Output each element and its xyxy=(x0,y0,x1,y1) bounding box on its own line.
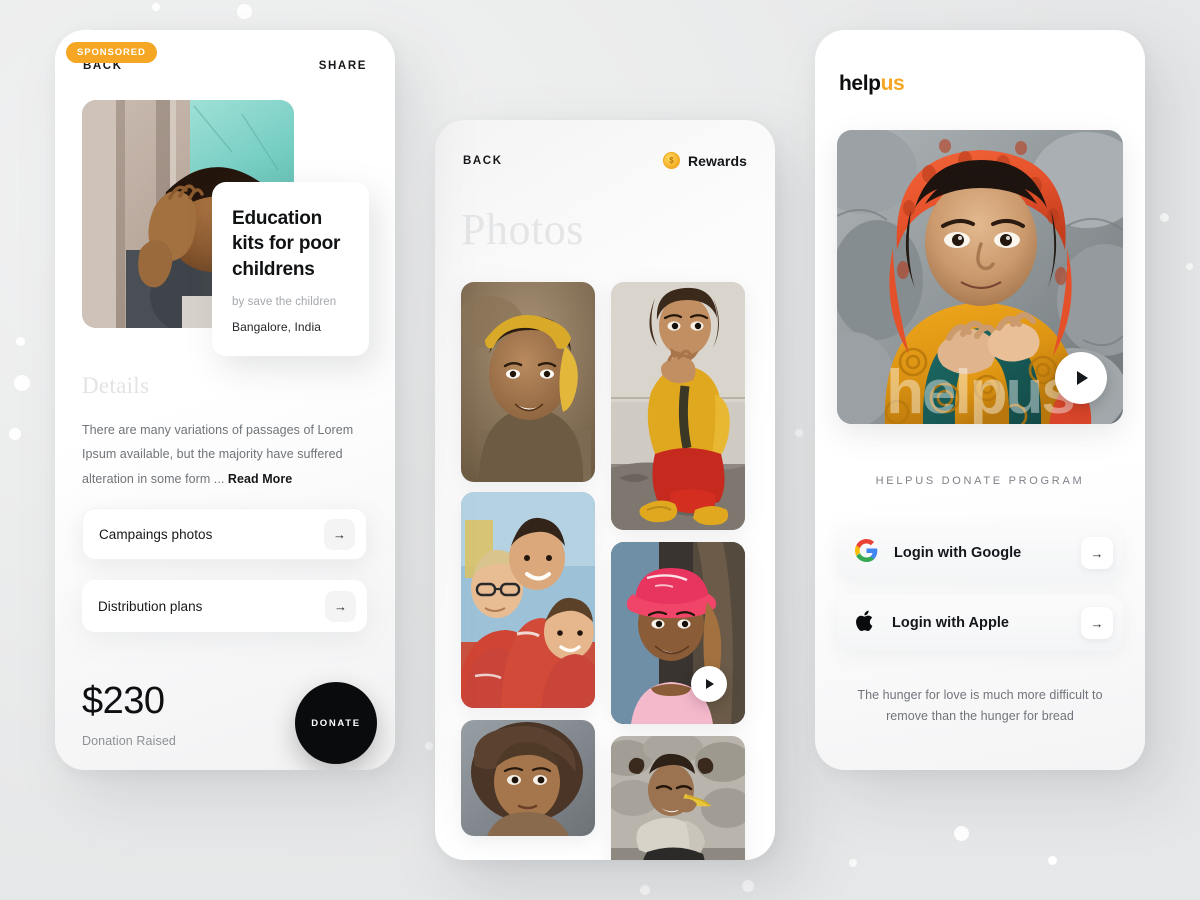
bg-dot xyxy=(152,3,160,11)
photo-girl-pink-cap xyxy=(611,542,745,724)
bg-dot xyxy=(1048,856,1057,865)
arrow-right-icon[interactable]: → xyxy=(324,518,355,550)
bg-dot xyxy=(237,4,252,19)
login-with-apple-button[interactable]: Login with Apple → xyxy=(837,595,1123,651)
bg-dot xyxy=(425,742,433,750)
play-triangle xyxy=(706,679,714,689)
photo-boys-red-shirts xyxy=(461,492,595,708)
campaign-info-card: Education kits for poor childrens by sav… xyxy=(212,182,369,356)
row-label: Campaings photos xyxy=(99,526,213,542)
photo-child-eating-corn xyxy=(611,736,745,860)
arrow-right-icon[interactable]: → xyxy=(1081,537,1113,569)
bg-dot xyxy=(795,429,803,437)
rewards-label: Rewards xyxy=(687,152,747,169)
photo-girl-yellow-jacket-red-pants xyxy=(611,282,745,530)
mockup-canvas: BACK SHARE SPONSORED Education kits for … xyxy=(0,0,1200,900)
photo-tile-child-eating-corn[interactable] xyxy=(611,736,745,860)
login-apple-label: Login with Apple xyxy=(892,615,1010,631)
donate-button[interactable]: DONATE xyxy=(295,682,377,764)
play-icon[interactable] xyxy=(691,666,727,702)
photo-tile-girl-curly-hair[interactable] xyxy=(461,720,595,836)
bg-dot xyxy=(640,885,650,895)
row-campaign-photos[interactable]: Campaings photos → xyxy=(82,508,367,560)
google-icon xyxy=(855,539,878,567)
rewards-button[interactable]: $ Rewards xyxy=(662,152,747,169)
arrow-right-icon[interactable]: → xyxy=(325,590,356,622)
campaign-organizer: by save the children xyxy=(232,295,337,308)
read-more-link[interactable]: Read More xyxy=(228,472,292,486)
coin-icon: $ xyxy=(662,152,680,169)
details-heading: Details xyxy=(82,373,150,398)
sponsored-badge: SPONSORED xyxy=(66,42,157,63)
campaign-location: Bangalore, India xyxy=(232,319,321,334)
footer-quote: The hunger for love is much more difficu… xyxy=(857,688,1103,724)
bg-dot xyxy=(1186,263,1193,270)
campaign-title: Education kits for poor childrens xyxy=(232,208,341,280)
photo-tile-girl-pink-cap[interactable] xyxy=(611,542,745,724)
photo-tile-boys-red-shirts[interactable] xyxy=(461,492,595,708)
bg-dot xyxy=(849,859,857,867)
app-logo: helpus xyxy=(839,72,905,96)
bg-dot xyxy=(16,337,25,346)
photo-girl-curly-hair xyxy=(461,720,595,836)
phone-screen-campaign-detail: BACK SHARE SPONSORED Education kits for … xyxy=(55,30,395,770)
bg-dot xyxy=(1160,213,1169,222)
details-text: There are many variations of passages of… xyxy=(82,418,364,491)
play-triangle xyxy=(1076,371,1088,385)
phone-screen-photos: BACK $ Rewards Photos xyxy=(435,120,775,860)
login-hero-image[interactable]: helpus xyxy=(837,130,1123,424)
login-google-label: Login with Google xyxy=(894,545,1022,561)
login-with-google-button[interactable]: Login with Google → xyxy=(837,525,1123,581)
photo-tile-girl-yellow-headscarf[interactable] xyxy=(461,282,595,482)
apple-icon xyxy=(855,609,876,638)
logo-text-help: help xyxy=(839,72,881,95)
bg-dot xyxy=(14,375,30,391)
arrow-right-icon[interactable]: → xyxy=(1081,607,1113,639)
bg-dot xyxy=(742,880,754,892)
photos-topbar: BACK $ Rewards xyxy=(435,152,775,169)
back-button[interactable]: BACK xyxy=(463,155,503,167)
row-label: Distribution plans xyxy=(98,598,203,614)
photo-girl-yellow-headscarf xyxy=(461,282,595,482)
donation-amount: $230 xyxy=(82,680,165,722)
details-paragraph: There are many variations of passages of… xyxy=(82,423,354,486)
play-icon[interactable] xyxy=(1055,352,1107,404)
bg-dot xyxy=(954,826,969,841)
logo-text-us: us xyxy=(880,72,905,95)
donation-caption: Donation Raised xyxy=(82,734,176,748)
share-button[interactable]: SHARE xyxy=(319,60,367,72)
page-title: Photos xyxy=(461,205,584,254)
photo-tile-girl-yellow-jacket[interactable] xyxy=(611,282,745,530)
program-label: HELPUS DONATE PROGRAM xyxy=(875,475,1085,487)
row-distribution-plans[interactable]: Distribution plans → xyxy=(82,580,367,632)
bg-dot xyxy=(9,428,21,440)
phone-screen-login: helpus helpus HELPUS DONATE PROGRAM Logi… xyxy=(815,30,1145,770)
